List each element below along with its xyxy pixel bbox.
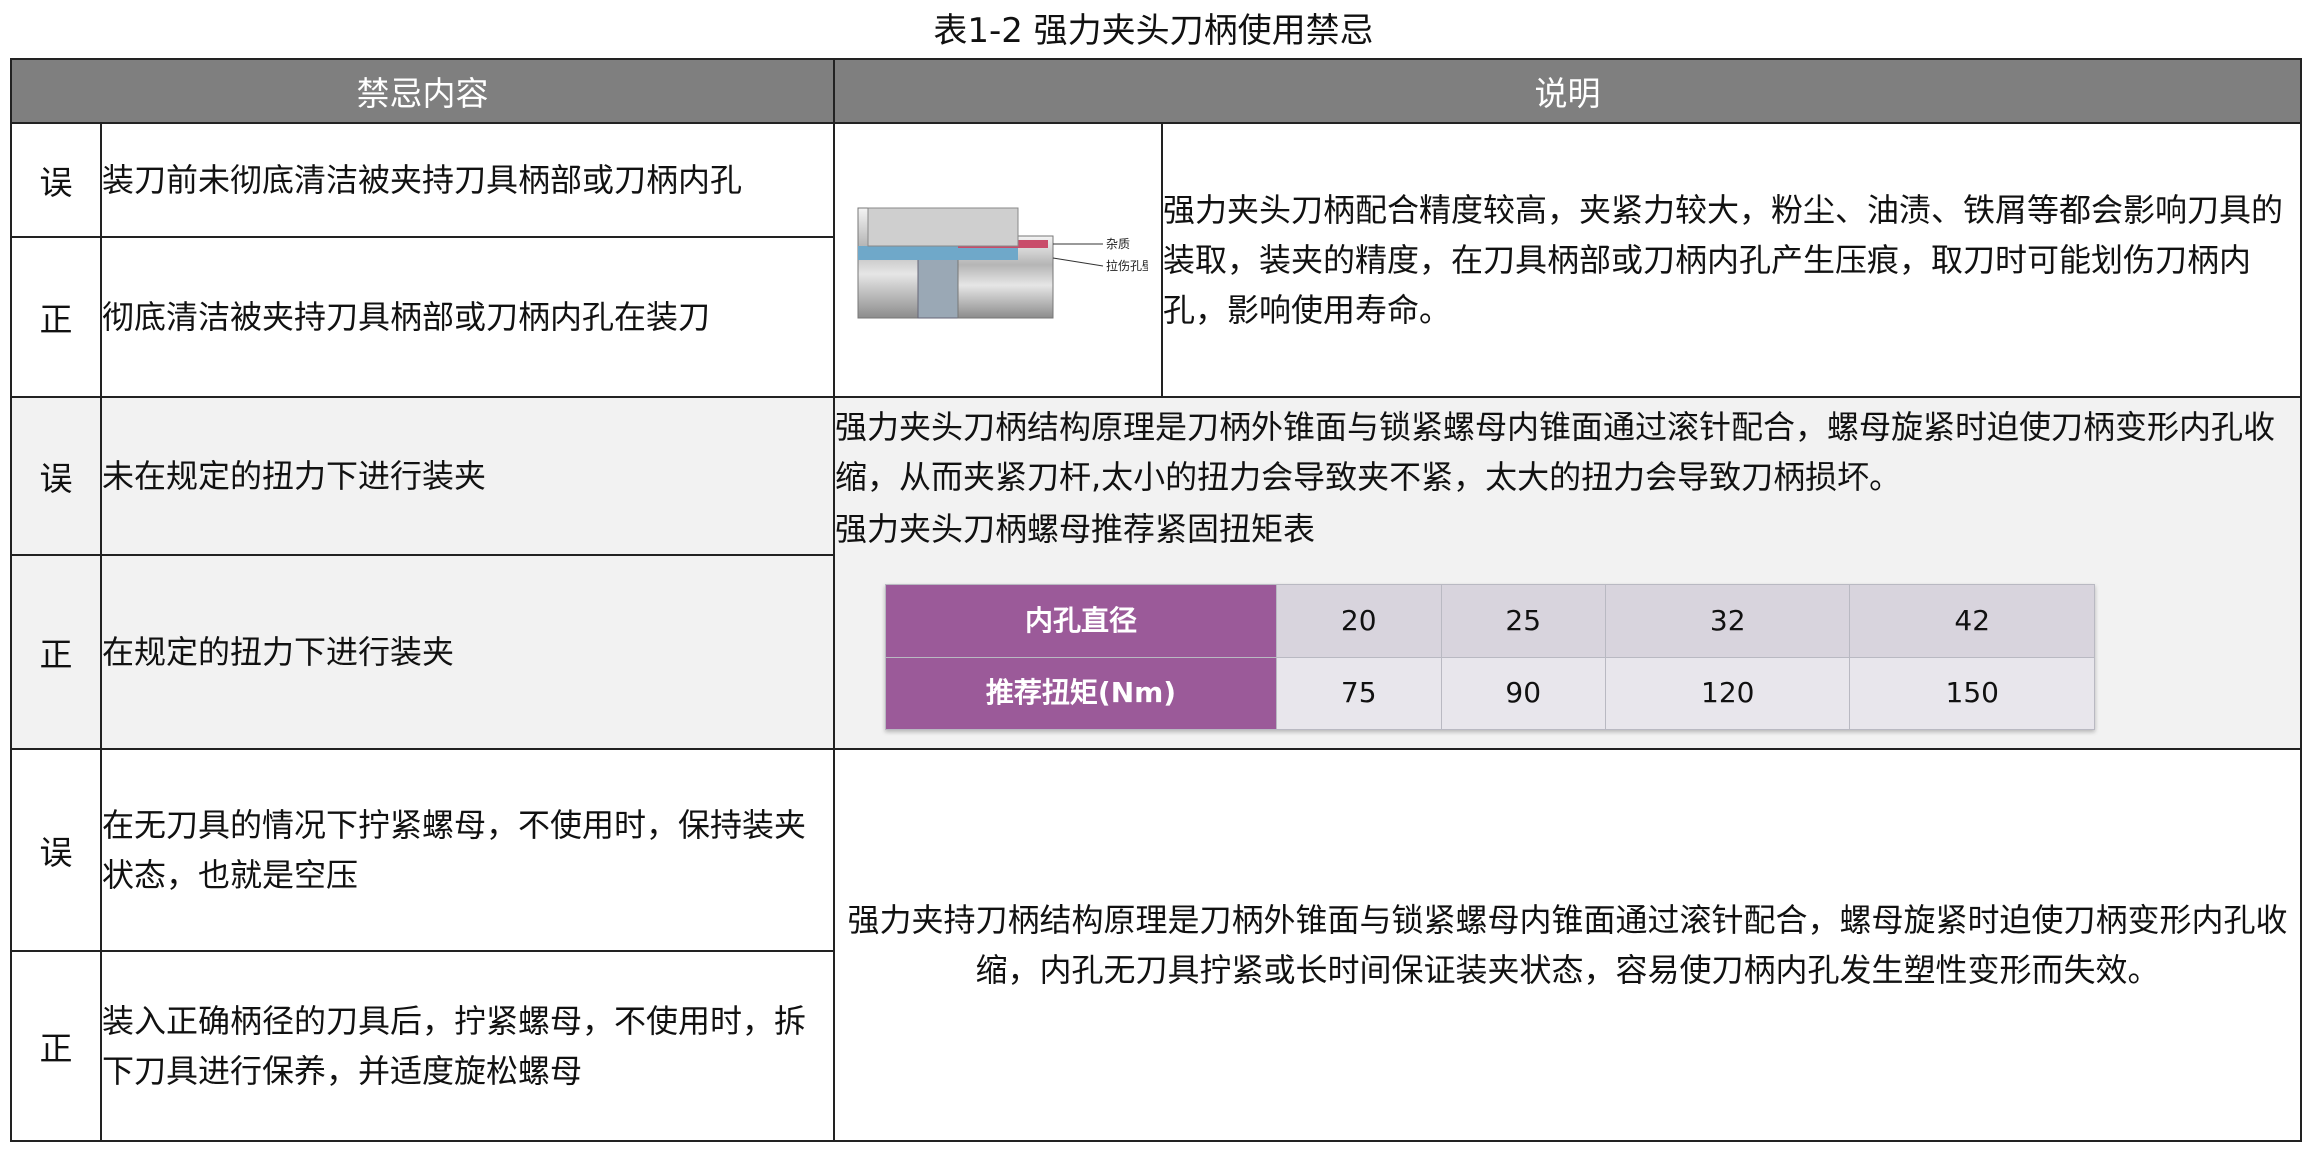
right-mark: 正 — [10, 236, 102, 398]
description-3: 强力夹持刀柄结构原理是刀柄外锥面与锁紧螺母内锥面通过滚针配合，螺母旋紧时迫使刀柄… — [833, 748, 2302, 1142]
description-2: 强力夹头刀柄结构原理是刀柄外锥面与锁紧螺母内锥面通过滚针配合，螺母旋紧时迫使刀柄… — [833, 396, 2302, 750]
table-row: 误 在无刀具的情况下拧紧螺母，不使用时，保持装夹状态，也就是空压 强力夹持刀柄结… — [10, 748, 2302, 1142]
table-row: 误 未在规定的扭力下进行装夹 强力夹头刀柄结构原理是刀柄外锥面与锁紧螺母内锥面通… — [10, 396, 2302, 750]
torque-row-label: 内孔直径 — [885, 584, 1277, 658]
torque-cell: 20 — [1276, 584, 1442, 658]
wrong-mark: 误 — [10, 748, 102, 952]
header-prohibition: 禁忌内容 — [10, 58, 835, 124]
torque-table-caption: 强力夹头刀柄螺母推荐紧固扭矩表 — [835, 510, 1316, 548]
wrong-mark: 误 — [10, 122, 102, 238]
right-content: 彻底清洁被夹持刀具柄部或刀柄内孔在装刀 — [100, 236, 835, 398]
torque-row-diameter: 内孔直径 20 25 32 42 — [885, 584, 2095, 658]
torque-table: 内孔直径 20 25 32 42 推荐扭矩(Nm) 75 90 120 150 — [885, 584, 2095, 730]
header-row: 禁忌内容 说明 — [10, 58, 2302, 124]
right-mark: 正 — [10, 554, 102, 750]
torque-cell: 90 — [1440, 656, 1606, 730]
torque-cell: 42 — [1849, 584, 2095, 658]
table-title: 表1-2 强力夹头刀柄使用禁忌 — [933, 11, 1374, 51]
description-1: 强力夹头刀柄配合精度较高，夹紧力较大，粉尘、油渍、铁屑等都会影响刀具的装取，装夹… — [1161, 122, 2302, 398]
scratch-label: 拉伤孔壁 — [1106, 258, 1148, 273]
impurity-label: 杂质 — [1106, 237, 1130, 251]
wrong-content: 在无刀具的情况下拧紧螺母，不使用时，保持装夹状态，也就是空压 — [100, 748, 835, 952]
torque-cell: 120 — [1604, 656, 1851, 730]
right-content: 在规定的扭力下进行装夹 — [100, 554, 835, 750]
torque-row-label: 推荐扭矩(Nm) — [885, 656, 1277, 730]
right-content: 装入正确柄径的刀具后，拧紧螺母，不使用时，拆下刀具进行保养，并适度旋松螺母 — [100, 950, 835, 1142]
chuck-illustration: 杂质 拉伤孔壁 — [857, 207, 1154, 319]
chuck-cross-section-image: 杂质 拉伤孔壁 — [833, 122, 1163, 398]
wrong-content: 装刀前未彻底清洁被夹持刀具柄部或刀柄内孔 — [100, 122, 835, 238]
header-description: 说明 — [833, 58, 2302, 124]
torque-row-torque: 推荐扭矩(Nm) 75 90 120 150 — [885, 656, 2095, 730]
torque-cell: 25 — [1440, 584, 1606, 658]
torque-cell: 150 — [1849, 656, 2095, 730]
right-mark: 正 — [10, 950, 102, 1142]
wrong-mark: 误 — [10, 396, 102, 556]
description-2-text: 强力夹头刀柄结构原理是刀柄外锥面与锁紧螺母内锥面通过滚针配合，螺母旋紧时迫使刀柄… — [835, 408, 2276, 496]
table-row: 误 装刀前未彻底清洁被夹持刀具柄部或刀柄内孔 杂质 拉伤孔 强力夹头刀柄配合精度… — [10, 122, 2302, 398]
torque-cell: 75 — [1276, 656, 1442, 730]
prohibitions-table: 禁忌内容 说明 误 装刀前未彻底清洁被夹持刀具柄部或刀柄内孔 杂质 拉伤孔 强力… — [10, 58, 2302, 1142]
wrong-content: 未在规定的扭力下进行装夹 — [100, 396, 835, 556]
torque-cell: 32 — [1604, 584, 1851, 658]
